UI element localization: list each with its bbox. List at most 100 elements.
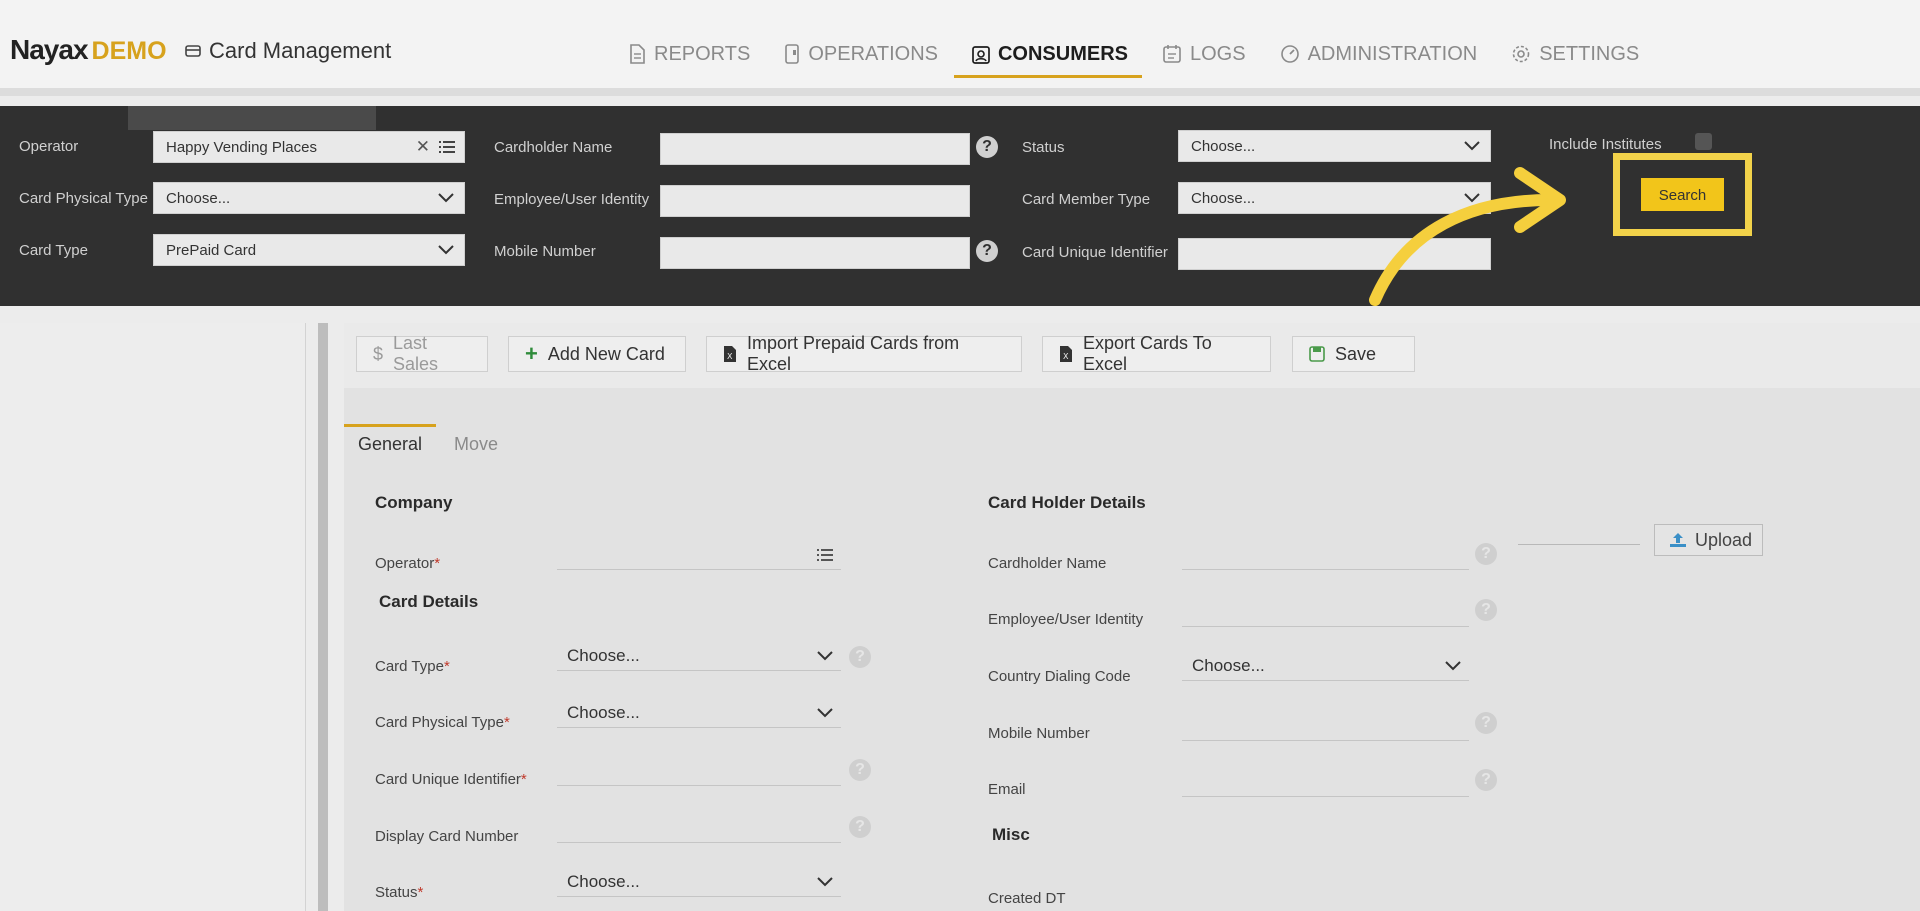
- help-icon[interactable]: ?: [849, 646, 871, 668]
- card-physical-type-field-select[interactable]: Choose...: [557, 700, 841, 728]
- card-type-field-label: Card Type*: [375, 658, 450, 675]
- card-unique-identifier-field-label: Card Unique Identifier*: [375, 771, 527, 788]
- employee-identity-label: Employee/User Identity: [494, 191, 650, 208]
- status-value: Choose...: [1191, 138, 1256, 155]
- help-icon[interactable]: ?: [1475, 712, 1497, 734]
- highlight-frame: [1613, 153, 1752, 236]
- upload-button[interactable]: Upload: [1654, 524, 1763, 556]
- device-icon: [784, 44, 800, 64]
- nav-label: ADMINISTRATION: [1307, 42, 1478, 65]
- last-sales-button[interactable]: $ Last Sales: [356, 333, 488, 374]
- card-type-label: Card Type: [19, 242, 88, 259]
- nav-reports[interactable]: REPORTS: [628, 34, 750, 74]
- card-type-field-value: Choose...: [567, 646, 640, 665]
- help-icon[interactable]: ?: [976, 240, 998, 262]
- country-dialing-code-value: Choose...: [1192, 656, 1265, 675]
- nayax-logo[interactable]: Nayax DEMO: [10, 34, 167, 66]
- svg-text:X: X: [727, 352, 733, 361]
- chevron-down-icon: [438, 243, 454, 255]
- help-icon[interactable]: ?: [1475, 599, 1497, 621]
- nav-administration[interactable]: ADMINISTRATION: [1280, 34, 1478, 74]
- nav-operations[interactable]: OPERATIONS: [784, 34, 938, 74]
- top-header: Nayax DEMO Card Management REPORTS OPERAT…: [0, 0, 1920, 96]
- operator-filter-value: Happy Vending Places: [166, 139, 317, 156]
- left-panel: [0, 323, 306, 911]
- list-icon[interactable]: [817, 548, 833, 562]
- panel-splitter[interactable]: [318, 323, 328, 911]
- status-field-label: Status*: [375, 884, 424, 901]
- display-card-number-field[interactable]: [557, 815, 841, 843]
- chevron-down-icon: [1464, 139, 1480, 151]
- svg-text:X: X: [1063, 352, 1069, 361]
- operator-field[interactable]: [557, 542, 841, 570]
- help-icon[interactable]: ?: [849, 759, 871, 781]
- help-icon[interactable]: ?: [976, 136, 998, 158]
- card-unique-identifier-field[interactable]: [557, 758, 841, 786]
- clear-icon[interactable]: ✕: [416, 137, 430, 157]
- card-member-type-value: Choose...: [1191, 190, 1256, 207]
- card-details-section-title: Card Details: [379, 592, 479, 611]
- add-new-card-label: Add New Card: [547, 343, 665, 364]
- status-field-select[interactable]: Choose...: [557, 869, 841, 897]
- country-dialing-code-select[interactable]: Choose...: [1182, 653, 1469, 681]
- nav-settings[interactable]: SETTINGS: [1511, 34, 1639, 74]
- calendar-icon: [1162, 44, 1182, 64]
- mobile-number-field-label: Mobile Number: [988, 725, 1090, 742]
- last-sales-label: Last Sales: [393, 333, 439, 374]
- card-physical-type-field-label: Card Physical Type*: [375, 714, 510, 731]
- card-physical-type-select[interactable]: Choose...: [153, 182, 465, 214]
- gear-icon: [1511, 44, 1531, 64]
- help-icon[interactable]: ?: [849, 816, 871, 838]
- card-member-type-label: Card Member Type: [1022, 191, 1151, 208]
- mobile-number-input[interactable]: [660, 237, 970, 269]
- app-title-text: Card Management: [209, 38, 392, 63]
- cardholder-name-label: Cardholder Name: [494, 139, 613, 156]
- import-prepaid-button[interactable]: X Import Prepaid Cards from Excel: [706, 333, 1022, 374]
- created-dt-label: Created DT: [988, 890, 1066, 907]
- active-tab-indicator: [344, 424, 436, 427]
- employee-identity-field[interactable]: [1182, 599, 1469, 627]
- cardholder-name-field[interactable]: [1182, 542, 1469, 570]
- nav-consumers[interactable]: CONSUMERS: [953, 34, 1143, 78]
- export-cards-label: Export Cards To Excel: [1083, 333, 1212, 374]
- dollar-icon: $: [373, 343, 384, 364]
- operator-label: Operator: [19, 138, 79, 155]
- tab-general[interactable]: General: [358, 434, 422, 455]
- plus-icon: +: [525, 341, 538, 366]
- status-select[interactable]: Choose...: [1178, 130, 1491, 162]
- save-button[interactable]: Save: [1292, 336, 1415, 372]
- card-holder-section-title: Card Holder Details: [988, 493, 1146, 512]
- upload-label: Upload: [1695, 529, 1753, 550]
- excel-file-icon: X: [723, 345, 737, 363]
- nav-label: SETTINGS: [1539, 42, 1640, 65]
- include-institutes-label: Include Institutes: [1549, 136, 1662, 153]
- upload-divider: [1518, 544, 1640, 545]
- card-type-select[interactable]: PrePaid Card: [153, 234, 465, 266]
- main-nav: REPORTS OPERATIONS CONSUMERS LOGS ADMINI…: [628, 34, 1673, 78]
- tab-move[interactable]: Move: [454, 434, 498, 455]
- save-label: Save: [1335, 343, 1377, 364]
- export-cards-button[interactable]: X Export Cards To Excel: [1042, 333, 1271, 374]
- employee-identity-input[interactable]: [660, 185, 970, 217]
- card-physical-type-value: Choose...: [166, 190, 231, 207]
- nav-logs[interactable]: LOGS: [1162, 34, 1246, 74]
- add-new-card-button[interactable]: + Add New Card: [508, 336, 686, 372]
- email-field[interactable]: [1182, 769, 1469, 797]
- app-title: Card Management: [185, 38, 391, 64]
- gauge-icon: [1280, 44, 1300, 64]
- include-institutes-checkbox[interactable]: [1695, 133, 1712, 150]
- nav-label: LOGS: [1190, 42, 1246, 65]
- operator-filter-input[interactable]: Happy Vending Places ✕: [153, 131, 465, 163]
- misc-section-title: Misc: [992, 825, 1030, 844]
- cardholder-name-input[interactable]: [660, 133, 970, 165]
- chevron-down-icon: [817, 649, 833, 661]
- card-icon: [185, 43, 201, 59]
- redacted-strip: [128, 106, 376, 130]
- list-icon[interactable]: [439, 140, 455, 154]
- card-type-value: PrePaid Card: [166, 242, 257, 259]
- help-icon[interactable]: ?: [1475, 769, 1497, 791]
- help-icon[interactable]: ?: [1475, 543, 1497, 565]
- card-type-field-select[interactable]: Choose...: [557, 643, 841, 671]
- mobile-number-field[interactable]: [1182, 713, 1469, 741]
- card-unique-identifier-label: Card Unique Identifier: [1022, 244, 1168, 261]
